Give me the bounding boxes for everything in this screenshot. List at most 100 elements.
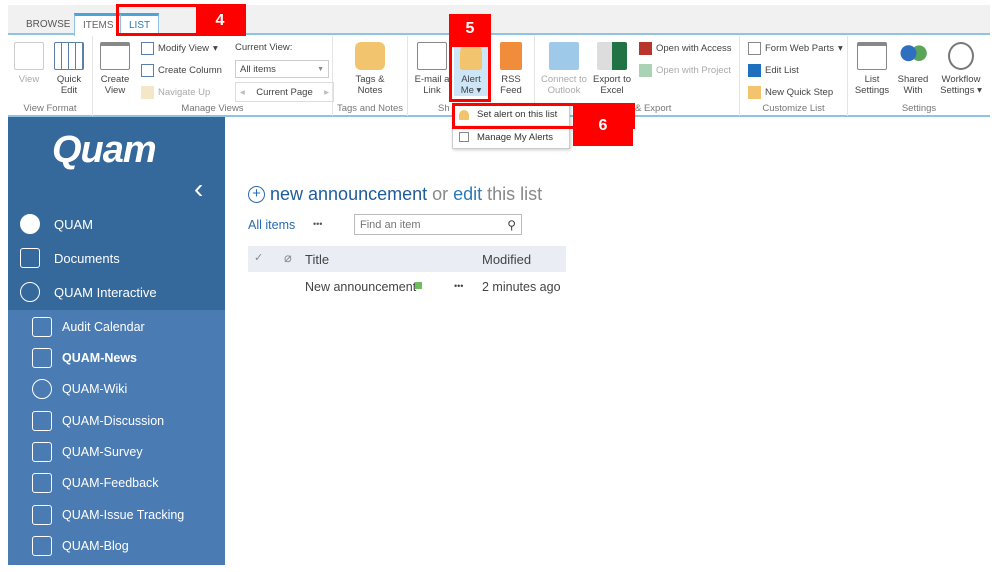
- column-modified[interactable]: Modified: [482, 252, 531, 267]
- quick-edit-label: Quick Edit: [56, 74, 82, 96]
- nav-item-quam-news[interactable]: QUAM-News: [32, 348, 137, 368]
- workflow-settings-button[interactable]: Workflow Settings ▾: [936, 42, 986, 96]
- people-icon: [20, 282, 40, 302]
- outlook-icon: [549, 42, 579, 70]
- nav-item-quam-issue-tracking[interactable]: QUAM-Issue Tracking: [32, 505, 184, 525]
- tools-icon: [748, 64, 761, 77]
- access-label: Open with Access: [656, 43, 732, 54]
- create-column-icon: [141, 64, 154, 77]
- menu-item-label: Manage My Alerts: [477, 131, 554, 143]
- quam-icon: [20, 214, 40, 234]
- this-list-text: this list: [487, 184, 543, 204]
- view-icon: [14, 42, 44, 70]
- tab-browse[interactable]: BROWSE: [18, 15, 78, 37]
- quam-logo[interactable]: Quam: [52, 129, 157, 172]
- workflow-label: Workflow Settings: [940, 74, 981, 96]
- shared-with-label: Shared With: [897, 74, 929, 96]
- workflow-icon: [948, 42, 974, 70]
- new-item-icon: [415, 282, 422, 289]
- rss-label: RSS Feed: [500, 74, 522, 96]
- open-access-button[interactable]: Open with Access: [639, 42, 732, 55]
- outlook-label: Connect to Outlook: [541, 74, 587, 96]
- view-button[interactable]: View: [12, 42, 46, 85]
- email-label: E-mail a Link: [414, 74, 450, 96]
- navigate-up-button[interactable]: Navigate Up: [141, 86, 210, 99]
- edit-list-label: Edit List: [765, 65, 799, 76]
- nav-label: QUAM-News: [62, 351, 138, 365]
- table-row[interactable]: New announcement ••• 2 minutes ago: [248, 278, 566, 300]
- group-customize-list: Form Web Parts ▾ Edit List New Quick Ste…: [740, 36, 848, 116]
- nav-item-quam-survey[interactable]: QUAM-Survey: [32, 442, 143, 462]
- excel-label: Export to Excel: [592, 74, 632, 96]
- shared-with-button[interactable]: Shared With: [894, 42, 932, 96]
- current-page-pager[interactable]: ◂ Current Page ▸: [235, 82, 334, 102]
- nav-item-quam-interactive[interactable]: QUAM Interactive: [20, 282, 157, 302]
- info-icon: [32, 379, 52, 399]
- view-all-items[interactable]: All items: [248, 218, 295, 232]
- nav-label: QUAM: [54, 216, 93, 232]
- new-announcement-link[interactable]: new announcement: [270, 184, 427, 205]
- group-manage-views: Create View Modify View ▾ Create Column …: [93, 36, 334, 116]
- nav-item-quam[interactable]: QUAM: [20, 214, 93, 234]
- nav-item-quam-blog[interactable]: QUAM-Blog: [32, 536, 129, 556]
- export-excel-button[interactable]: Export to Excel: [591, 42, 633, 96]
- list-settings-icon: [857, 42, 887, 70]
- rss-feed-button[interactable]: RSS Feed: [496, 42, 526, 96]
- add-icon[interactable]: +: [248, 186, 265, 203]
- edit-list-button[interactable]: Edit List: [748, 64, 799, 77]
- nav-item-quam-discussion[interactable]: QUAM-Discussion: [32, 411, 164, 431]
- callout-6: 6: [573, 106, 633, 146]
- modify-view-button[interactable]: Modify View ▾: [141, 42, 218, 55]
- row-title-link[interactable]: New announcement: [305, 280, 416, 294]
- form-web-parts-label: Form Web Parts: [765, 43, 834, 54]
- row-menu-button[interactable]: •••: [454, 281, 463, 291]
- new-quick-step-button[interactable]: New Quick Step: [748, 86, 833, 99]
- or-text: or: [432, 184, 449, 204]
- next-page-icon[interactable]: ▸: [324, 87, 329, 98]
- nav-label: QUAM-Blog: [62, 539, 129, 553]
- search-input[interactable]: [360, 218, 490, 231]
- list-icon: [459, 132, 469, 142]
- discussion-icon: [32, 411, 52, 431]
- email-link-button[interactable]: E-mail a Link: [412, 42, 452, 96]
- nav-label: QUAM Interactive: [54, 284, 157, 300]
- quick-edit-button[interactable]: Quick Edit: [52, 42, 86, 96]
- sub-navigation: Audit Calendar QUAM-News QUAM-Wiki QUAM-…: [8, 310, 225, 565]
- tags-notes-button[interactable]: Tags & Notes: [347, 42, 393, 96]
- create-view-button[interactable]: Create View: [97, 42, 133, 96]
- quick-step-label: New Quick Step: [765, 87, 834, 98]
- connect-outlook-button[interactable]: Connect to Outlook: [539, 42, 589, 96]
- create-column-button[interactable]: Create Column: [141, 64, 222, 77]
- people-icon: [898, 42, 928, 70]
- open-project-button[interactable]: Open with Project: [639, 64, 731, 77]
- nav-item-quam-feedback[interactable]: QUAM-Feedback: [32, 473, 159, 493]
- nav-label: Audit Calendar: [62, 320, 145, 334]
- edit-list-link[interactable]: edit: [453, 184, 482, 205]
- current-view-select[interactable]: All items ▼: [235, 60, 329, 78]
- search-box[interactable]: ⚲: [354, 214, 522, 235]
- group-tags-notes: Tags & Notes Tags and Notes: [333, 36, 408, 116]
- group-label: Settings: [901, 103, 937, 114]
- view-label: View: [18, 74, 40, 85]
- current-view-label: Current View:: [235, 42, 293, 53]
- nav-item-audit-calendar[interactable]: Audit Calendar: [32, 317, 145, 337]
- highlight-alert-me: [449, 44, 491, 102]
- collapse-chevron-icon[interactable]: ‹: [194, 173, 203, 205]
- menu-item-manage-alerts[interactable]: Manage My Alerts: [453, 126, 569, 148]
- tags-notes-label: Tags & Notes: [355, 74, 385, 96]
- access-icon: [639, 42, 652, 55]
- list-settings-button[interactable]: List Settings: [852, 42, 892, 96]
- sidebar: Quam ‹ QUAM Documents QUAM Interactive A…: [8, 117, 225, 565]
- row-modified: 2 minutes ago: [482, 280, 561, 294]
- nav-item-quam-wiki[interactable]: QUAM-Wiki: [32, 379, 127, 399]
- more-views-button[interactable]: •••: [313, 219, 322, 229]
- form-web-parts-button[interactable]: Form Web Parts ▾: [748, 42, 843, 55]
- column-title[interactable]: Title: [305, 252, 329, 267]
- nav-item-documents[interactable]: Documents: [20, 248, 120, 268]
- form-icon: [748, 42, 761, 55]
- prev-page-icon[interactable]: ◂: [240, 87, 245, 98]
- select-all-checkmark-icon[interactable]: ✓: [254, 251, 263, 264]
- excel-icon: [597, 42, 627, 70]
- search-icon[interactable]: ⚲: [507, 218, 516, 232]
- tag-icon: [355, 42, 385, 70]
